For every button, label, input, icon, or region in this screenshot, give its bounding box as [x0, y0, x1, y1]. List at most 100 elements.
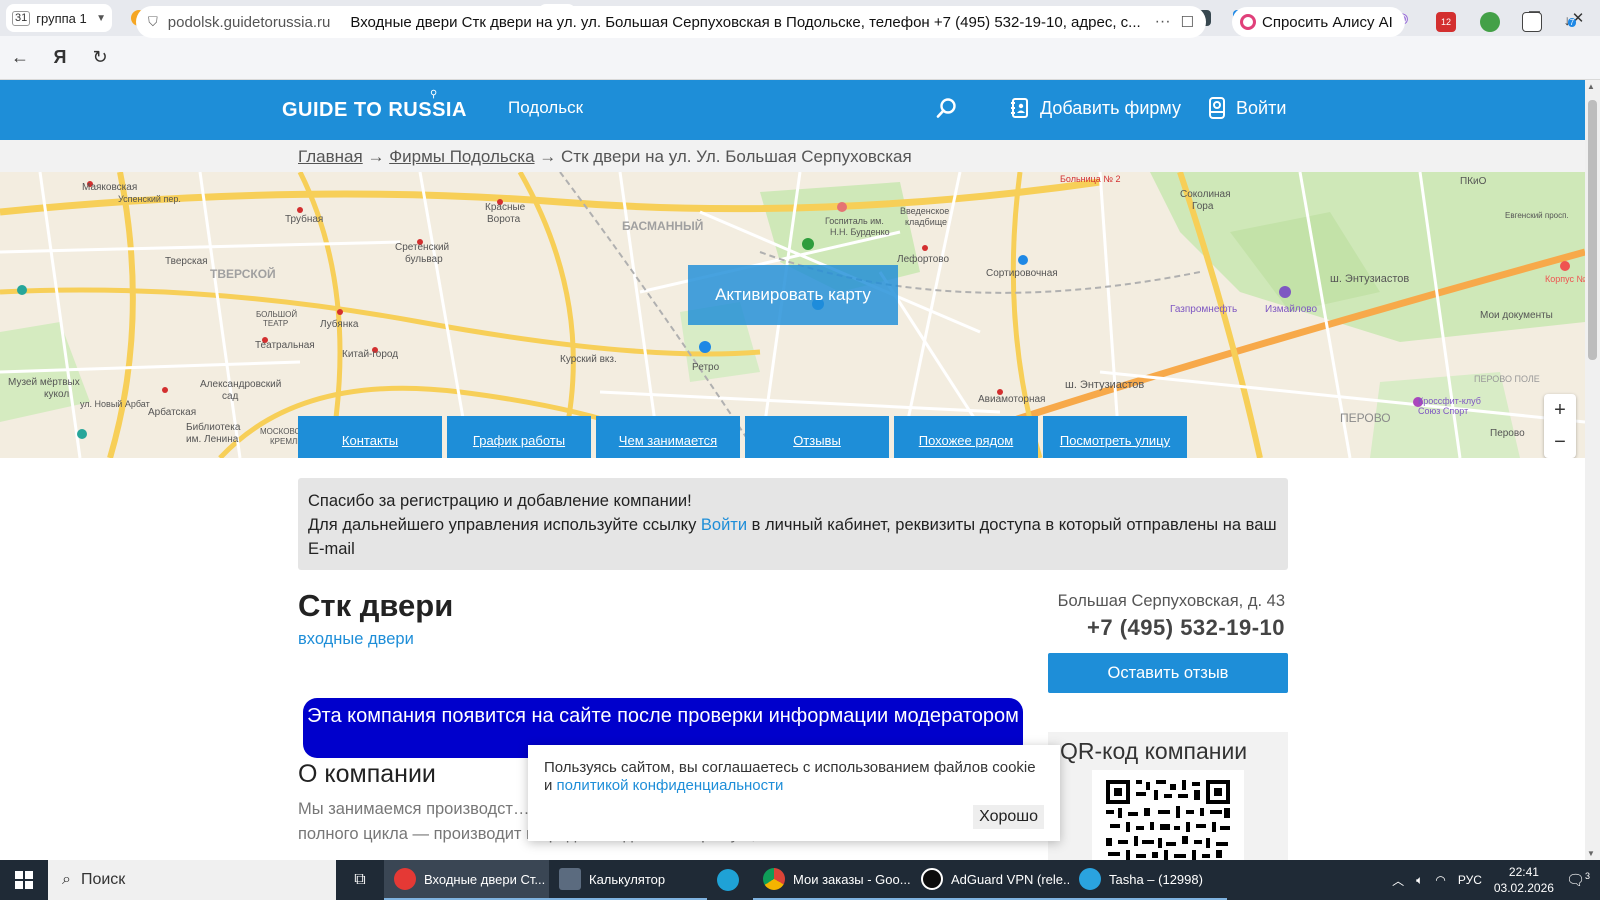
breadcrumb-separator: →: [367, 147, 385, 166]
add-firm-icon: [1011, 98, 1028, 118]
search-icon[interactable]: [936, 97, 958, 119]
chrome-icon: [763, 868, 785, 890]
svg-text:Союз Спорт: Союз Спорт: [1418, 406, 1468, 416]
notifications-icon[interactable]: 🗨︎3: [1566, 871, 1590, 889]
map-tabs: Контакты График работы Чем занимается От…: [298, 416, 1187, 458]
activate-map-button[interactable]: Активировать карту: [688, 265, 898, 325]
collections-icon[interactable]: [1522, 12, 1542, 32]
extension-icon[interactable]: 12: [1436, 12, 1456, 32]
alice-button[interactable]: Спросить Алису AI: [1232, 7, 1405, 37]
login-link[interactable]: Войти: [1208, 97, 1286, 119]
notice-line-2: Для дальнейшего управления используйте с…: [308, 516, 1277, 558]
company-category[interactable]: входные двери: [298, 630, 414, 649]
taskbar-app-calculator[interactable]: Калькулятор: [549, 860, 707, 900]
breadcrumb-firms[interactable]: Фирмы Подольска: [389, 147, 534, 166]
company-address: Большая Серпуховская, д. 43: [1057, 592, 1285, 610]
taskbar-app-browser[interactable]: Входные двери Ст...: [384, 860, 549, 900]
svg-text:Музей мёртвых: Музей мёртвых: [8, 377, 80, 388]
task-view-icon[interactable]: ⧉: [336, 871, 384, 889]
tab-activity[interactable]: Чем занимается: [596, 416, 740, 458]
breadcrumb-current: Стк двери на ул. Ул. Большая Серпуховска…: [561, 147, 912, 166]
edge-icon: [717, 869, 739, 891]
tab-street-view[interactable]: Посмотреть улицу: [1043, 416, 1187, 458]
svg-text:Китай-город: Китай-город: [342, 349, 398, 360]
start-button[interactable]: [0, 860, 48, 900]
svg-text:ТЕАТР: ТЕАТР: [263, 319, 288, 328]
map[interactable]: Маяковская Трубная Тверская ТВЕРСКОЙ Сре…: [0, 172, 1585, 458]
zoom-in-button[interactable]: +: [1544, 394, 1576, 426]
site-header: GUIDE TO RUSSIA ⚲ Подольск Добавить фирм…: [0, 80, 1585, 140]
taskbar-app-telegram[interactable]: Tasha – (12998): [1069, 860, 1227, 900]
leave-review-button[interactable]: Оставить отзыв: [1048, 653, 1288, 693]
svg-text:ул. Новый Арбат: ул. Новый Арбат: [80, 399, 150, 409]
svg-text:Арбатская: Арбатская: [148, 406, 196, 418]
taskbar-search[interactable]: ⌕ Поиск: [48, 860, 336, 900]
page-scrollbar[interactable]: ▲ ▼: [1585, 80, 1600, 860]
more-icon[interactable]: ···: [1155, 13, 1171, 31]
chevron-up-icon[interactable]: ︿: [1392, 872, 1404, 889]
taskbar-app-edge[interactable]: [707, 860, 753, 900]
add-firm-link[interactable]: Добавить фирму: [1010, 97, 1181, 119]
company-phone[interactable]: +7 (495) 532-19-10: [1087, 615, 1285, 641]
add-firm-label: Добавить фирму: [1040, 97, 1182, 118]
shield-icon[interactable]: ⛉: [148, 14, 158, 30]
scrollbar-thumb[interactable]: [1588, 100, 1597, 360]
svg-text:Перово: Перово: [1490, 428, 1525, 439]
tab-schedule[interactable]: График работы: [447, 416, 591, 458]
svg-text:ПЕРОВО ПОЛЕ: ПЕРОВО ПОЛЕ: [1474, 374, 1540, 384]
taskbar-app-adguard[interactable]: AdGuard VPN (rele...: [911, 860, 1069, 900]
svg-text:Ретро: Ретро: [692, 362, 720, 373]
breadcrumb-separator: →: [539, 147, 557, 166]
alice-icon: [1240, 14, 1256, 30]
taskbar-app-label: Tasha – (12998): [1109, 871, 1203, 887]
tab-contacts[interactable]: Контакты: [298, 416, 442, 458]
breadcrumb: Главная → Фирмы Подольска → Стк двери на…: [0, 140, 1585, 172]
qr-code[interactable]: [1092, 770, 1244, 862]
taskbar-app-chrome[interactable]: Мои заказы - Goo...: [753, 860, 911, 900]
registration-notice: Спасибо за регистрацию и добавление комп…: [298, 478, 1288, 570]
city-selector[interactable]: Подольск: [508, 98, 583, 118]
tab-nearby[interactable]: Похожее рядом: [894, 416, 1038, 458]
svg-text:Маяковская: Маяковская: [82, 182, 137, 193]
svg-text:Корпус №: Корпус №: [1545, 274, 1585, 284]
cookie-ok-button[interactable]: Хорошо: [973, 805, 1044, 829]
svg-text:Измайлово: Измайлово: [1265, 304, 1318, 315]
company-name: Стк двери: [298, 588, 454, 623]
svg-text:Сортировочная: Сортировочная: [986, 268, 1058, 279]
svg-text:Авиамоторная: Авиамоторная: [978, 394, 1045, 405]
notice-login-link[interactable]: Войти: [701, 516, 747, 534]
wifi-icon[interactable]: ◠: [1435, 873, 1445, 887]
svg-text:Госпиталь им.: Госпиталь им.: [825, 216, 884, 226]
svg-text:Н.Н. Бурденко: Н.Н. Бурденко: [830, 227, 890, 237]
alice-label: Спросить Алису AI: [1262, 13, 1393, 31]
extension-icon[interactable]: [1480, 12, 1500, 32]
downloads-icon[interactable]: ↓7: [1560, 12, 1580, 32]
logo-text: GUIDE TO RUSSIA: [282, 99, 467, 121]
url-field[interactable]: ⛉ podolsk.guidetorussia.ru Входные двери…: [136, 6, 1206, 38]
yandex-icon[interactable]: Я: [40, 47, 80, 68]
taskbar-app-label: AdGuard VPN (rele...: [951, 871, 1069, 887]
clock[interactable]: 22:41 03.02.2026: [1494, 864, 1554, 896]
privacy-policy-link[interactable]: политикой конфиденциальности: [557, 777, 784, 794]
breadcrumb-home[interactable]: Главная: [298, 147, 363, 166]
site-logo[interactable]: GUIDE TO RUSSIA ⚲: [282, 89, 467, 122]
svg-text:Лубянка: Лубянка: [320, 318, 359, 330]
svg-text:Театральная: Театральная: [255, 340, 315, 351]
volume-icon[interactable]: 🔈︎: [1416, 873, 1423, 888]
svg-text:Библиотека: Библиотека: [186, 421, 241, 433]
svg-text:Красные: Красные: [485, 202, 526, 213]
reload-button[interactable]: ↻: [80, 47, 120, 68]
tab-reviews[interactable]: Отзывы: [745, 416, 889, 458]
telegram-icon: [1079, 868, 1101, 890]
svg-text:Газпромнефть: Газпромнефть: [1170, 303, 1237, 315]
qr-title: QR-код компании: [1060, 738, 1248, 764]
tab-group[interactable]: 31 группа 1 ▼: [6, 4, 112, 32]
search-icon: ⌕: [62, 871, 71, 888]
scroll-down-icon[interactable]: ▼: [1587, 849, 1595, 858]
language-indicator[interactable]: РУС: [1458, 873, 1482, 887]
scroll-up-icon[interactable]: ▲: [1587, 82, 1595, 91]
bookmark-icon[interactable]: ☐: [1181, 13, 1194, 31]
svg-text:Сретенский: Сретенский: [395, 242, 449, 253]
zoom-out-button[interactable]: −: [1544, 426, 1576, 458]
back-button[interactable]: ←: [0, 47, 40, 68]
